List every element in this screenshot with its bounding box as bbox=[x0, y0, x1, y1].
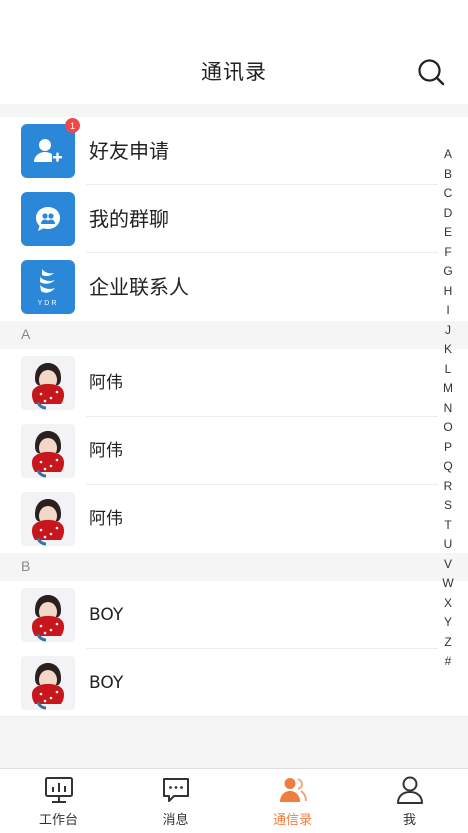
contact-name: BOY bbox=[89, 605, 124, 625]
tab-workbench[interactable]: 工作台 bbox=[0, 769, 117, 833]
avatar bbox=[21, 492, 75, 546]
index-letter-a[interactable]: A bbox=[444, 145, 452, 165]
contact-item[interactable]: 阿伟 bbox=[0, 485, 468, 553]
add-user-icon bbox=[34, 139, 62, 162]
section-letter: A bbox=[21, 326, 31, 342]
index-letter-q[interactable]: Q bbox=[443, 457, 452, 477]
section-header-b: B bbox=[0, 553, 468, 581]
index-letter-r[interactable]: R bbox=[444, 477, 453, 497]
index-letter-m[interactable]: M bbox=[443, 379, 453, 399]
enterprise-contacts-tile: YDR bbox=[21, 260, 75, 314]
index-letter-t[interactable]: T bbox=[444, 516, 451, 536]
friend-request-label: 好友申请 bbox=[89, 139, 169, 163]
index-letter-l[interactable]: L bbox=[445, 360, 452, 380]
section-header-a: A bbox=[0, 321, 468, 349]
index-letter-d[interactable]: D bbox=[444, 204, 453, 224]
my-groups-tile bbox=[21, 192, 75, 246]
notification-badge: 1 bbox=[65, 118, 80, 133]
enterprise-contacts-item[interactable]: YDR 企业联系人 bbox=[0, 253, 468, 321]
contact-item[interactable]: 阿伟 bbox=[0, 417, 468, 485]
index-letter-o[interactable]: O bbox=[443, 418, 452, 438]
avatar-image bbox=[31, 663, 65, 710]
my-groups-item[interactable]: 我的群聊 bbox=[0, 185, 468, 253]
contact-list: 1 好友申请 我的群聊 YDR 企业联系人 A 阿伟 阿伟 阿伟 B BOY B… bbox=[0, 117, 468, 717]
my-groups-label: 我的群聊 bbox=[89, 207, 169, 231]
index-letter-n[interactable]: N bbox=[444, 399, 453, 419]
index-letter-x[interactable]: X bbox=[444, 594, 452, 614]
contact-name: BOY bbox=[89, 673, 124, 693]
page-title: 通讯录 bbox=[201, 60, 267, 84]
chat-bubble-icon bbox=[162, 778, 189, 802]
index-letter-i[interactable]: I bbox=[446, 301, 449, 321]
index-letter-z[interactable]: Z bbox=[444, 633, 451, 653]
alphabet-index[interactable]: A B C D E F G H I J K L M N O P Q R S T … bbox=[438, 145, 458, 672]
index-letter-v[interactable]: V bbox=[444, 555, 452, 575]
group-chat-icon bbox=[36, 207, 60, 231]
tab-me[interactable]: 我 bbox=[351, 769, 468, 833]
index-letter-f[interactable]: F bbox=[444, 243, 451, 263]
friend-request-item[interactable]: 1 好友申请 bbox=[0, 117, 468, 185]
index-letter-h[interactable]: H bbox=[444, 282, 453, 302]
avatar bbox=[21, 356, 75, 410]
person-icon bbox=[396, 776, 423, 804]
top-bar: 通讯录 bbox=[0, 0, 468, 104]
avatar-image bbox=[31, 595, 65, 642]
index-letter-hash[interactable]: # bbox=[445, 652, 452, 672]
search-icon bbox=[418, 59, 445, 86]
avatar-image bbox=[31, 431, 65, 478]
avatar-image bbox=[31, 499, 65, 546]
index-letter-e[interactable]: E bbox=[444, 223, 452, 243]
contact-item[interactable]: 阿伟 bbox=[0, 349, 468, 417]
avatar bbox=[21, 588, 75, 642]
tab-contacts[interactable]: 通信录 bbox=[234, 769, 351, 833]
friend-request-tile bbox=[21, 124, 75, 178]
contact-item[interactable]: BOY bbox=[0, 581, 468, 649]
contact-name: 阿伟 bbox=[89, 441, 123, 461]
avatar bbox=[21, 424, 75, 478]
tab-label: 工作台 bbox=[38, 813, 78, 828]
index-letter-w[interactable]: W bbox=[442, 574, 453, 594]
tab-messages[interactable]: 消息 bbox=[117, 769, 234, 833]
avatar-image bbox=[31, 363, 65, 410]
tab-label: 通信录 bbox=[272, 813, 312, 828]
tab-label: 消息 bbox=[162, 813, 189, 828]
index-letter-j[interactable]: J bbox=[445, 321, 451, 341]
index-letter-s[interactable]: S bbox=[444, 496, 452, 516]
index-letter-b[interactable]: B bbox=[444, 165, 452, 185]
contact-name: 阿伟 bbox=[89, 373, 123, 393]
company-logo-text: YDR bbox=[38, 300, 59, 307]
tab-label: 我 bbox=[402, 813, 416, 828]
index-letter-k[interactable]: K bbox=[444, 340, 452, 360]
company-logo-icon: YDR bbox=[38, 269, 59, 307]
contact-item[interactable]: BOY bbox=[0, 649, 468, 717]
contacts-icon bbox=[279, 778, 307, 802]
section-letter: B bbox=[21, 558, 31, 574]
index-letter-c[interactable]: C bbox=[444, 184, 453, 204]
monitor-chart-icon bbox=[44, 777, 73, 803]
index-letter-g[interactable]: G bbox=[443, 262, 452, 282]
index-letter-y[interactable]: Y bbox=[444, 613, 452, 633]
index-letter-p[interactable]: P bbox=[444, 438, 452, 458]
index-letter-u[interactable]: U bbox=[444, 535, 453, 555]
bottom-tab-bar: 工作台 消息 通信录 我 bbox=[0, 768, 468, 833]
enterprise-contacts-label: 企业联系人 bbox=[89, 275, 189, 299]
avatar bbox=[21, 656, 75, 710]
search-button[interactable] bbox=[416, 57, 446, 87]
contact-name: 阿伟 bbox=[89, 509, 123, 529]
